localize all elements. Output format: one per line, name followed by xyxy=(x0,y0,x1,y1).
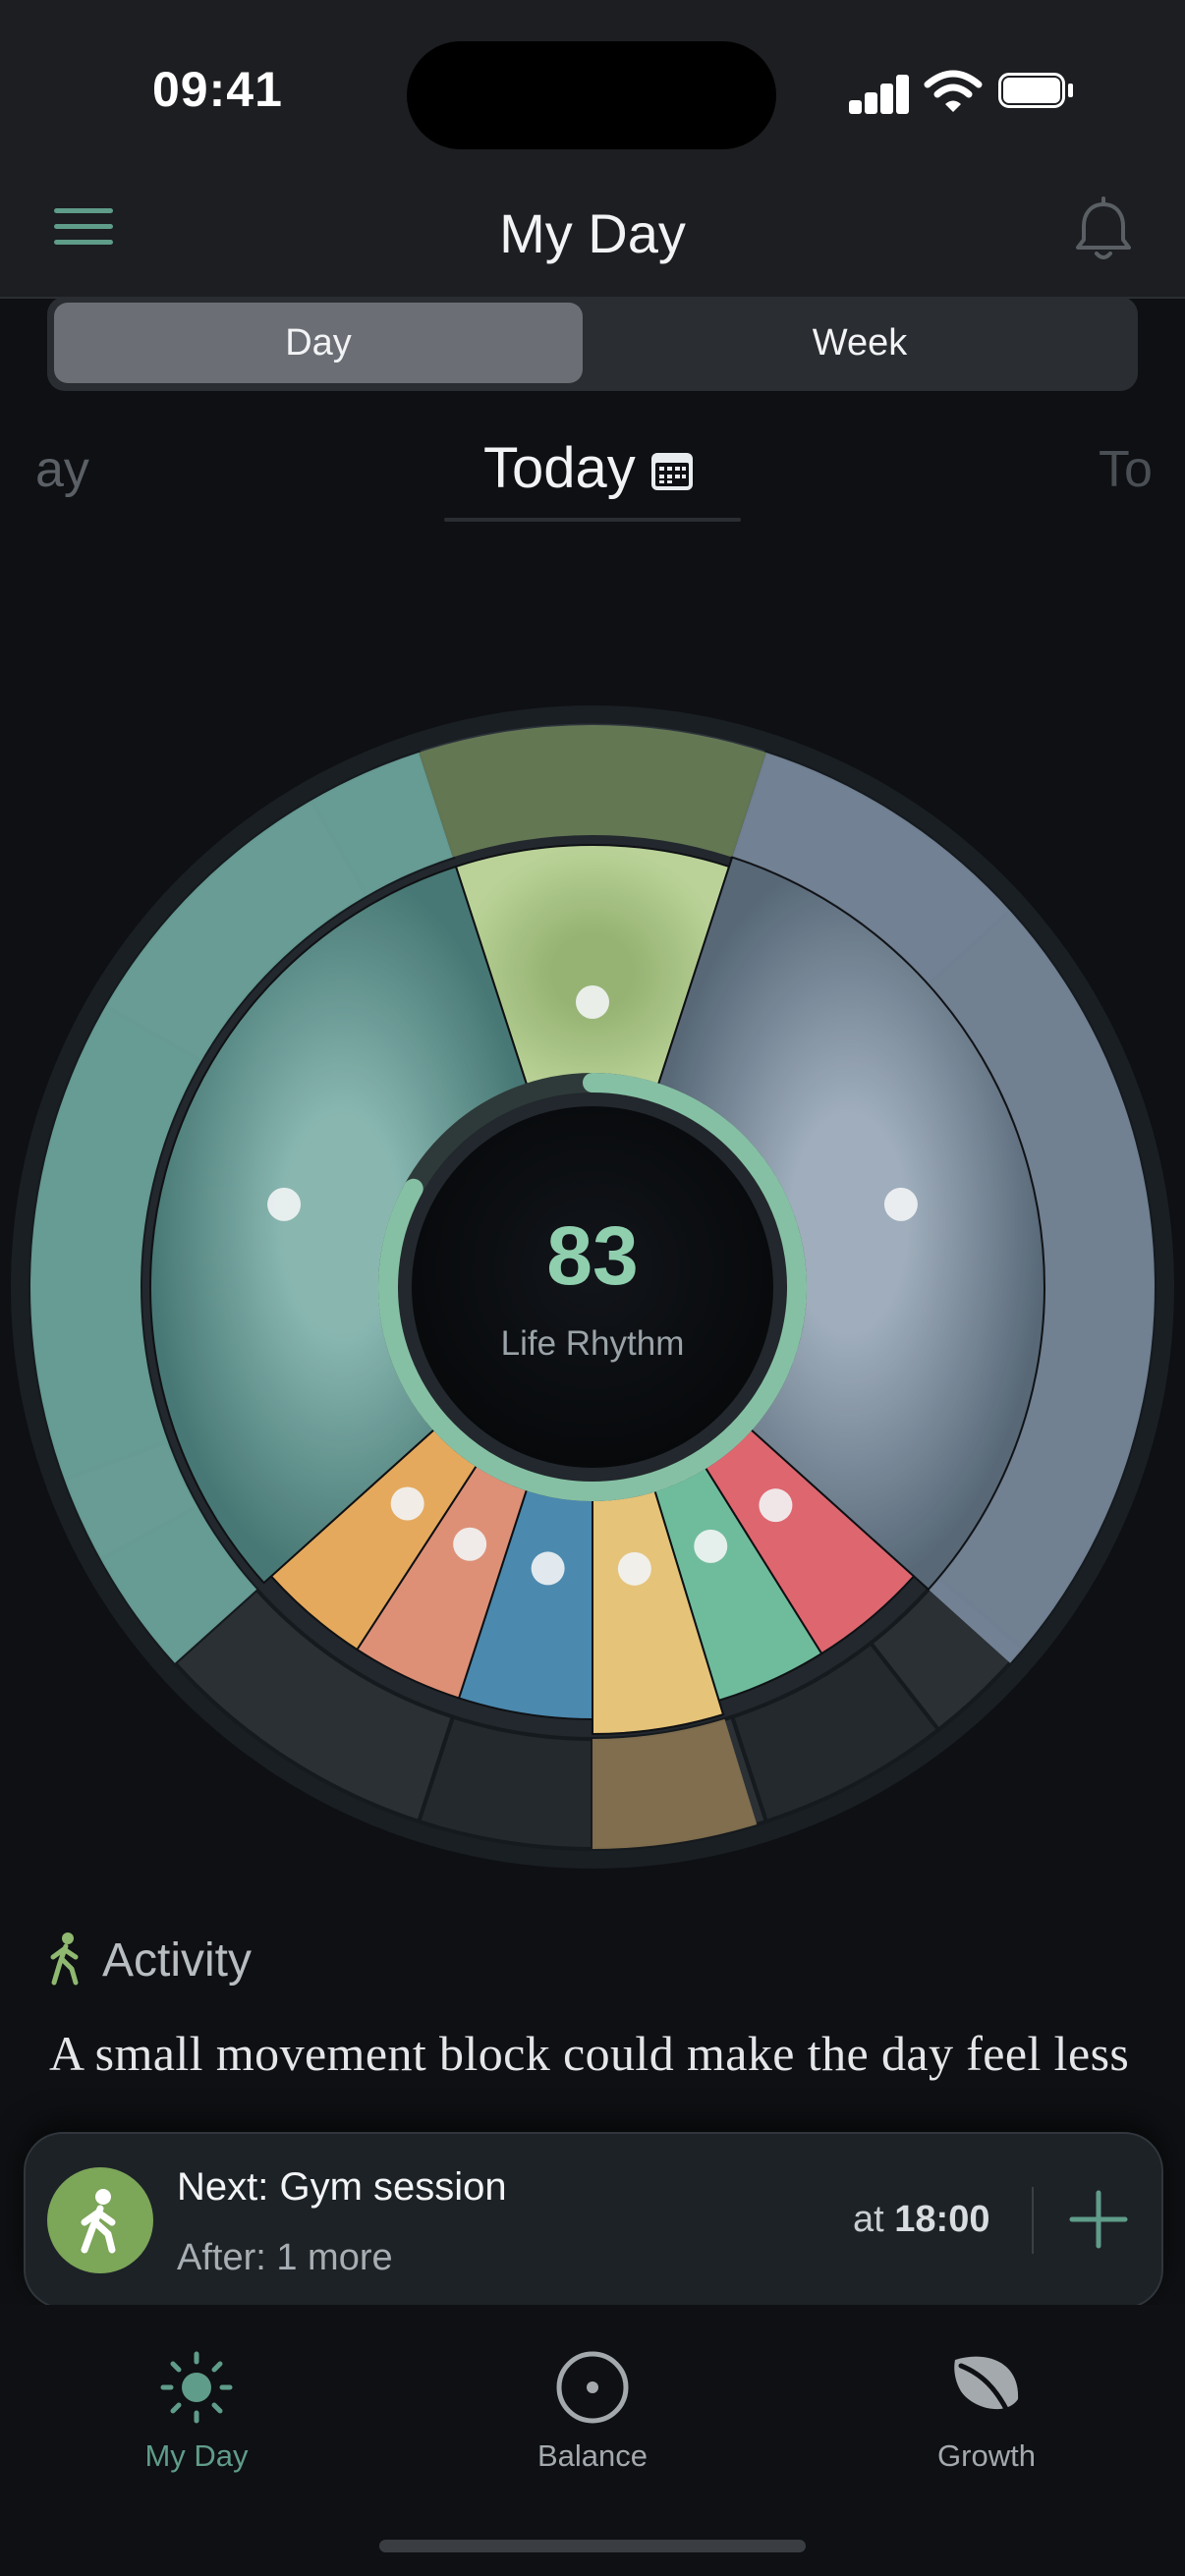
next-event-title: Next: Gym session xyxy=(177,2165,507,2209)
tab-my-day-label: My Day xyxy=(144,2438,249,2473)
tab-growth-label: Growth xyxy=(937,2438,1036,2473)
house-icon xyxy=(453,1527,487,1561)
next-event-avatar xyxy=(47,2167,153,2273)
add-event-button[interactable] xyxy=(1066,2187,1131,2252)
walking-person-icon xyxy=(81,2189,116,2254)
walking-person-icon xyxy=(50,1932,79,1986)
insight-category: Activity xyxy=(102,1934,253,1987)
date-next[interactable]: To xyxy=(1099,440,1153,499)
bell-icon[interactable] xyxy=(1071,196,1136,265)
battery-icon xyxy=(998,73,1075,112)
wifi-icon xyxy=(924,70,983,112)
briefcase-icon xyxy=(883,1187,918,1221)
target-icon xyxy=(556,2351,629,2424)
date-underline xyxy=(444,518,741,522)
segment-day[interactable]: Day xyxy=(54,303,583,383)
heart-icon xyxy=(694,1529,728,1563)
bed-icon xyxy=(267,1187,302,1221)
leaf-icon xyxy=(954,2356,1019,2420)
life-rhythm-label: Life Rhythm xyxy=(500,1324,685,1363)
next-event-card[interactable] xyxy=(24,2132,1163,2309)
card-divider xyxy=(1032,2187,1034,2254)
cellular-signal-icon xyxy=(849,73,909,114)
hand-icon xyxy=(531,1551,565,1586)
next-event-time-value: 18:00 xyxy=(894,2199,990,2240)
fork-knife-icon xyxy=(617,1551,651,1586)
date-prev[interactable]: ay xyxy=(35,440,89,499)
date-current[interactable]: Today xyxy=(483,435,636,501)
walking-person-icon xyxy=(576,985,609,1019)
life-rhythm-score: 83 xyxy=(546,1209,639,1302)
next-event-subtitle: After: 1 more xyxy=(177,2237,393,2278)
calendar-icon[interactable] xyxy=(649,448,695,493)
status-time: 09:41 xyxy=(152,62,283,117)
paw-icon xyxy=(759,1488,793,1523)
home-indicator xyxy=(379,2540,806,2552)
next-event-time-prefix: at xyxy=(853,2199,884,2240)
dynamic-island xyxy=(407,41,776,149)
page-title: My Day xyxy=(499,202,686,264)
segment-week[interactable]: Week xyxy=(590,303,1130,383)
sun-icon xyxy=(160,2351,233,2424)
grid-icon xyxy=(390,1486,424,1521)
next-event-time: at 18:00 xyxy=(853,2199,989,2241)
tab-balance-label: Balance xyxy=(536,2438,649,2473)
